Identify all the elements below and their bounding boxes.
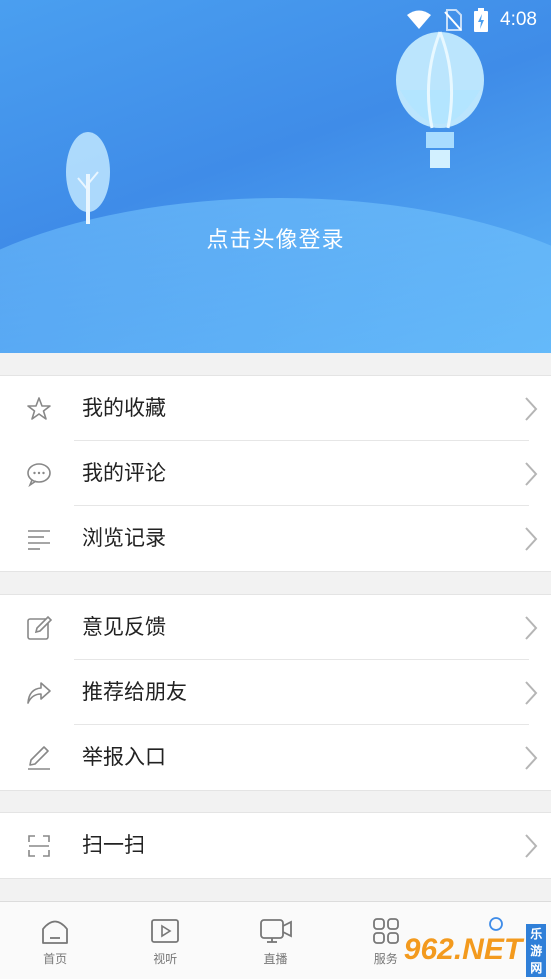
- nav-live[interactable]: 直播: [220, 902, 330, 979]
- no-sim-icon: [444, 9, 463, 31]
- tree-illustration: [66, 132, 110, 224]
- nav-home[interactable]: 首页: [0, 902, 110, 979]
- home-icon: [42, 920, 68, 944]
- chevron-right-icon: [511, 745, 551, 771]
- menu-item-label: 意见反馈: [82, 615, 166, 639]
- watermark-sub: 乐游网: [526, 923, 547, 977]
- menu-item-label: 扫一扫: [82, 833, 145, 857]
- battery-charging-icon: [474, 8, 489, 32]
- comment-icon: [0, 441, 82, 506]
- pencil-icon: [0, 725, 82, 790]
- chevron-right-icon: [511, 396, 551, 422]
- nav-label: 视听: [153, 952, 178, 966]
- edit-square-icon: [0, 595, 82, 660]
- menu-item-report[interactable]: 举报入口: [0, 725, 551, 790]
- menu-item-comments[interactable]: 我的评论: [0, 441, 551, 506]
- chevron-right-icon: [511, 461, 551, 487]
- menu-item-history[interactable]: 浏览记录: [0, 506, 551, 571]
- status-time: 4:08: [500, 9, 537, 30]
- watermark-main: 962.NET: [403, 933, 523, 966]
- wifi-icon: [407, 10, 432, 29]
- star-icon: [0, 376, 82, 441]
- watermark-logo: 962.NET 乐游网: [403, 923, 547, 977]
- video-play-icon: [151, 919, 180, 943]
- hot-air-balloon-illustration: [396, 31, 484, 168]
- chevron-right-icon: [511, 833, 551, 859]
- menu-item-recommend[interactable]: 推荐给朋友: [0, 660, 551, 725]
- status-bar: 4:08: [406, 6, 537, 34]
- menu-item-label: 举报入口: [82, 745, 166, 769]
- profile-header: 4:08 点击头像登录: [0, 0, 551, 353]
- menu-item-label: 我的评论: [82, 461, 166, 485]
- scan-icon: [0, 813, 82, 878]
- nav-label: 服务: [373, 952, 398, 966]
- menu-item-favorites[interactable]: 我的收藏: [0, 376, 551, 441]
- menu-item-scan[interactable]: 扫一扫: [0, 813, 551, 878]
- login-prompt[interactable]: 点击头像登录: [0, 222, 551, 254]
- chevron-right-icon: [511, 615, 551, 641]
- menu-item-label: 我的收藏: [82, 396, 166, 420]
- menu-group-personal: 我的收藏 我的评论 浏览记录: [0, 375, 551, 572]
- chevron-right-icon: [511, 680, 551, 706]
- share-arrow-icon: [0, 660, 82, 725]
- menu-group-tools: 扫一扫: [0, 812, 551, 879]
- menu-item-label: 浏览记录: [82, 526, 166, 550]
- live-camera-icon: [259, 919, 292, 943]
- nav-video[interactable]: 视听: [110, 902, 220, 979]
- grid-icon: [372, 918, 399, 944]
- nav-label: 首页: [43, 952, 68, 966]
- chevron-right-icon: [511, 526, 551, 552]
- menu-group-feedback: 意见反馈 推荐给朋友 举报入口: [0, 594, 551, 791]
- nav-label: 直播: [263, 952, 288, 966]
- menu-item-label: 推荐给朋友: [82, 680, 187, 704]
- history-lines-icon: [0, 506, 82, 571]
- menu-item-feedback[interactable]: 意见反馈: [0, 595, 551, 660]
